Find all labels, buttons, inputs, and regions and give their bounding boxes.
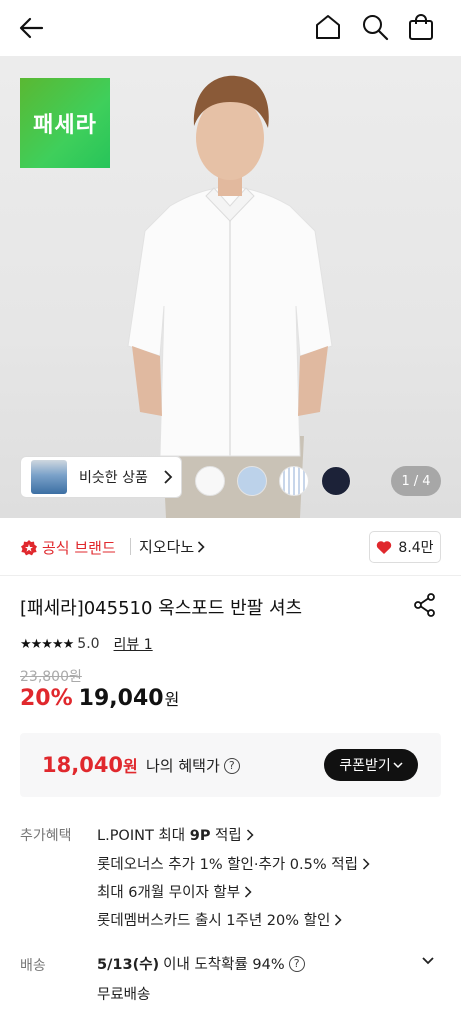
product-title: [패세라]045510 옥스포드 반팔 셔츠 [20, 598, 303, 619]
rating-row: ★★★★★ 5.0 리뷰 1 [20, 634, 153, 654]
help-icon[interactable]: ? [288, 955, 305, 972]
brand-logo: 패세라 [20, 78, 110, 168]
image-counter-separator: / [413, 473, 419, 489]
coupon-button[interactable]: 쿠폰받기 [324, 749, 418, 781]
similar-product-thumbnail [31, 460, 67, 494]
shipping-date: 5/13(수) [97, 957, 160, 973]
benefit-price: 18,040원 [42, 753, 138, 777]
chevron-right-icon [198, 540, 205, 553]
share-icon[interactable] [412, 592, 438, 618]
shipping-probability: 이내 도착확률 94% [163, 957, 285, 973]
benefit-text: L.POINT 최대 9P 적립 [97, 828, 242, 844]
similar-products-button[interactable]: 비슷한 상품 [20, 456, 182, 498]
benefit-price-amount: 18,040 [42, 753, 124, 777]
image-counter: 1 / 4 [391, 466, 441, 496]
benefit-price-label: 나의 혜택가 [146, 757, 220, 775]
brand-name: 지오다노 [139, 538, 195, 556]
product-image-carousel[interactable]: 패세라 비슷한 상품 1 / 4 [0, 56, 461, 518]
color-swatch-white[interactable] [195, 466, 225, 496]
benefit-text: 최대 6개월 무이자 할부 [97, 885, 241, 901]
arrow-left-icon[interactable] [16, 12, 48, 44]
shipping-fee: 무료배송 [97, 987, 151, 1003]
image-counter-total: 4 [422, 473, 431, 489]
benefit-lotte-owners[interactable]: 롯데오너스 추가 1% 할인·추가 0.5% 적립 [97, 853, 370, 874]
price-row: 20% 19,040 원 [20, 686, 179, 711]
chevron-right-icon [245, 885, 252, 898]
heart-icon [377, 540, 392, 554]
image-counter-current: 1 [401, 473, 410, 489]
top-bar [0, 0, 461, 56]
color-swatch-stripe[interactable] [279, 466, 309, 496]
shopping-bag-icon[interactable] [406, 12, 436, 42]
chevron-down-icon [393, 762, 403, 769]
home-icon[interactable] [313, 12, 343, 42]
help-icon[interactable]: ? [223, 757, 240, 774]
like-count: 8.4만 [398, 540, 434, 556]
extra-benefits-label: 추가혜택 [20, 828, 72, 844]
official-brand-label: 공식 브랜드 [42, 539, 116, 557]
price-unit: 원 [164, 690, 180, 709]
chevron-down-icon[interactable] [420, 953, 436, 969]
benefit-text: 롯데멤버스카드 출시 1주년 20% 할인 [97, 913, 331, 929]
official-star-icon [21, 539, 37, 555]
chevron-right-icon [335, 913, 342, 926]
benefit-price-unit: 원 [123, 757, 138, 776]
product-model-image [127, 75, 333, 518]
benefit-installment[interactable]: 최대 6개월 무이자 할부 [97, 881, 252, 902]
star-rating-icon: ★★★★★ [20, 636, 74, 652]
similar-products-label: 비슷한 상품 [79, 470, 148, 486]
official-brand-badge: 공식 브랜드 [20, 537, 116, 558]
review-link[interactable]: 리뷰 1 [114, 634, 153, 654]
shipping-label: 배송 [20, 958, 46, 974]
benefit-price-box: 18,040원 나의 혜택가 ? 쿠폰받기 [20, 733, 441, 797]
benefit-lpoint[interactable]: L.POINT 최대 9P 적립 [97, 824, 254, 845]
shipping-estimate: 5/13(수) 이내 도착확률 94% ? [97, 953, 305, 974]
divider [130, 538, 131, 555]
benefit-text: 롯데오너스 추가 1% 할인·추가 0.5% 적립 [97, 857, 358, 873]
brand-row: 공식 브랜드 지오다노 8.4만 [0, 518, 461, 576]
chevron-right-icon [164, 470, 173, 484]
original-price: 23,800원 [20, 669, 82, 685]
color-swatch-navy[interactable] [321, 466, 351, 496]
discount-rate: 20% [20, 686, 73, 711]
brand-link[interactable]: 지오다노 [139, 536, 205, 557]
color-swatch-light-blue[interactable] [237, 466, 267, 496]
like-button[interactable]: 8.4만 [369, 531, 441, 563]
benefit-lotte-members-card[interactable]: 롯데멤버스카드 출시 1주년 20% 할인 [97, 909, 342, 930]
chevron-right-icon [362, 857, 370, 870]
coupon-button-label: 쿠폰받기 [339, 758, 391, 774]
sale-price: 19,040 [78, 686, 164, 711]
rating-value: 5.0 [77, 636, 100, 652]
benefit-price-label-row: 나의 혜택가 ? [146, 755, 240, 776]
chevron-right-icon [246, 828, 254, 841]
search-icon[interactable] [360, 12, 390, 42]
